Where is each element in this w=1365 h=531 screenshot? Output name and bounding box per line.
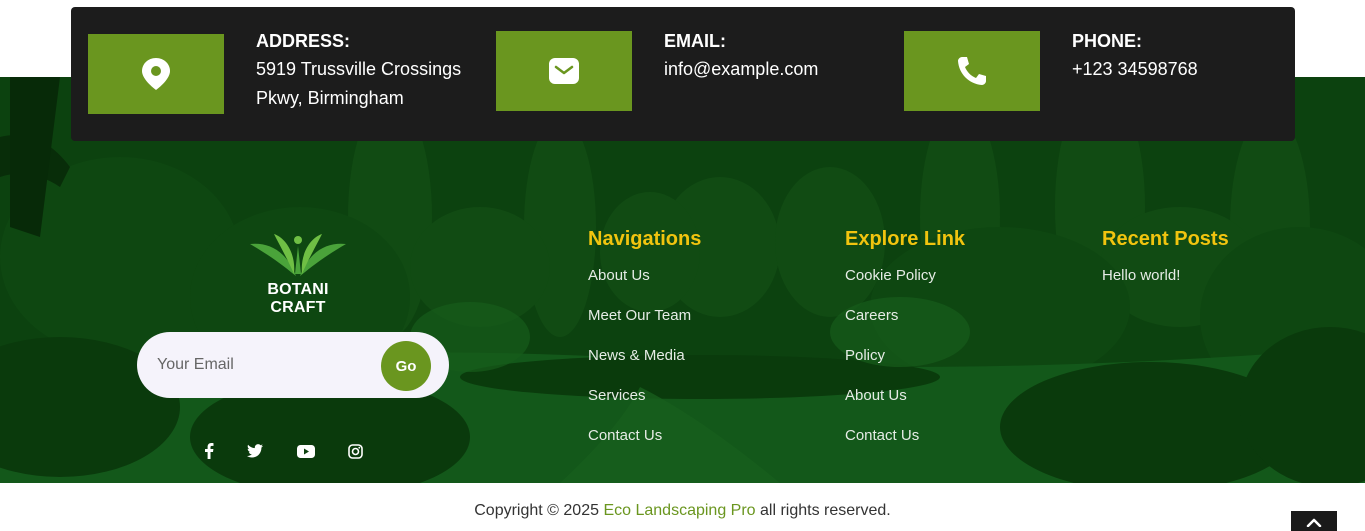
phone-icon bbox=[958, 57, 986, 85]
phone-link[interactable]: +123 34598768 bbox=[1072, 55, 1198, 84]
explore-link-title: Explore Link bbox=[845, 228, 966, 250]
explore-link-cookie-policy[interactable]: Cookie Policy bbox=[845, 267, 936, 284]
address-label: ADDRESS: bbox=[256, 31, 351, 51]
copyright-prefix: Copyright © 2025 bbox=[474, 502, 604, 519]
recent-post-link[interactable]: Hello world! bbox=[1102, 267, 1180, 284]
facebook-icon[interactable] bbox=[198, 440, 220, 462]
navigations-title: Navigations bbox=[588, 228, 702, 250]
nav-link-news-media[interactable]: News & Media bbox=[588, 347, 685, 364]
address-line-2: Pkwy, Birmingham bbox=[256, 88, 404, 108]
location-pin-icon bbox=[142, 58, 170, 90]
address-icon-box bbox=[88, 34, 224, 114]
email-icon-box bbox=[496, 31, 632, 111]
twitter-icon[interactable] bbox=[244, 440, 266, 462]
newsletter-form: Go bbox=[137, 332, 449, 398]
email-label: EMAIL: bbox=[664, 31, 726, 51]
youtube-icon[interactable] bbox=[295, 440, 317, 462]
recent-posts-title: Recent Posts bbox=[1102, 228, 1229, 250]
leaf-logo-icon[interactable] bbox=[246, 228, 350, 283]
copyright-bar: Copyright © 2025 Eco Landscaping Pro all… bbox=[0, 483, 1365, 531]
copyright-suffix: all rights reserved. bbox=[755, 502, 891, 519]
instagram-icon[interactable] bbox=[344, 440, 366, 462]
phone-icon-box bbox=[904, 31, 1040, 111]
scroll-to-top-button[interactable] bbox=[1291, 511, 1337, 531]
nav-link-contact-us[interactable]: Contact Us bbox=[588, 427, 662, 444]
contact-bar: ADDRESS: 5919 Trussville Crossings Pkwy,… bbox=[71, 7, 1295, 141]
nav-link-meet-our-team[interactable]: Meet Our Team bbox=[588, 307, 691, 324]
address-line-1: 5919 Trussville Crossings bbox=[256, 59, 462, 79]
brand-name: BOTANI CRAFT bbox=[267, 281, 329, 316]
phone-label: PHONE: bbox=[1072, 31, 1143, 51]
go-button[interactable]: Go bbox=[381, 341, 431, 391]
email-input[interactable] bbox=[157, 350, 377, 380]
explore-link-careers[interactable]: Careers bbox=[845, 307, 898, 324]
explore-link-about-us[interactable]: About Us bbox=[845, 387, 907, 404]
nav-link-about-us[interactable]: About Us bbox=[588, 267, 650, 284]
nav-link-services[interactable]: Services bbox=[588, 387, 646, 404]
chevron-up-icon bbox=[1306, 518, 1322, 527]
copyright-brand-link[interactable]: Eco Landscaping Pro bbox=[603, 502, 755, 519]
explore-link-contact-us[interactable]: Contact Us bbox=[845, 427, 919, 444]
explore-link-policy[interactable]: Policy bbox=[845, 347, 885, 364]
email-link[interactable]: info@example.com bbox=[664, 55, 818, 84]
envelope-icon bbox=[549, 58, 579, 84]
